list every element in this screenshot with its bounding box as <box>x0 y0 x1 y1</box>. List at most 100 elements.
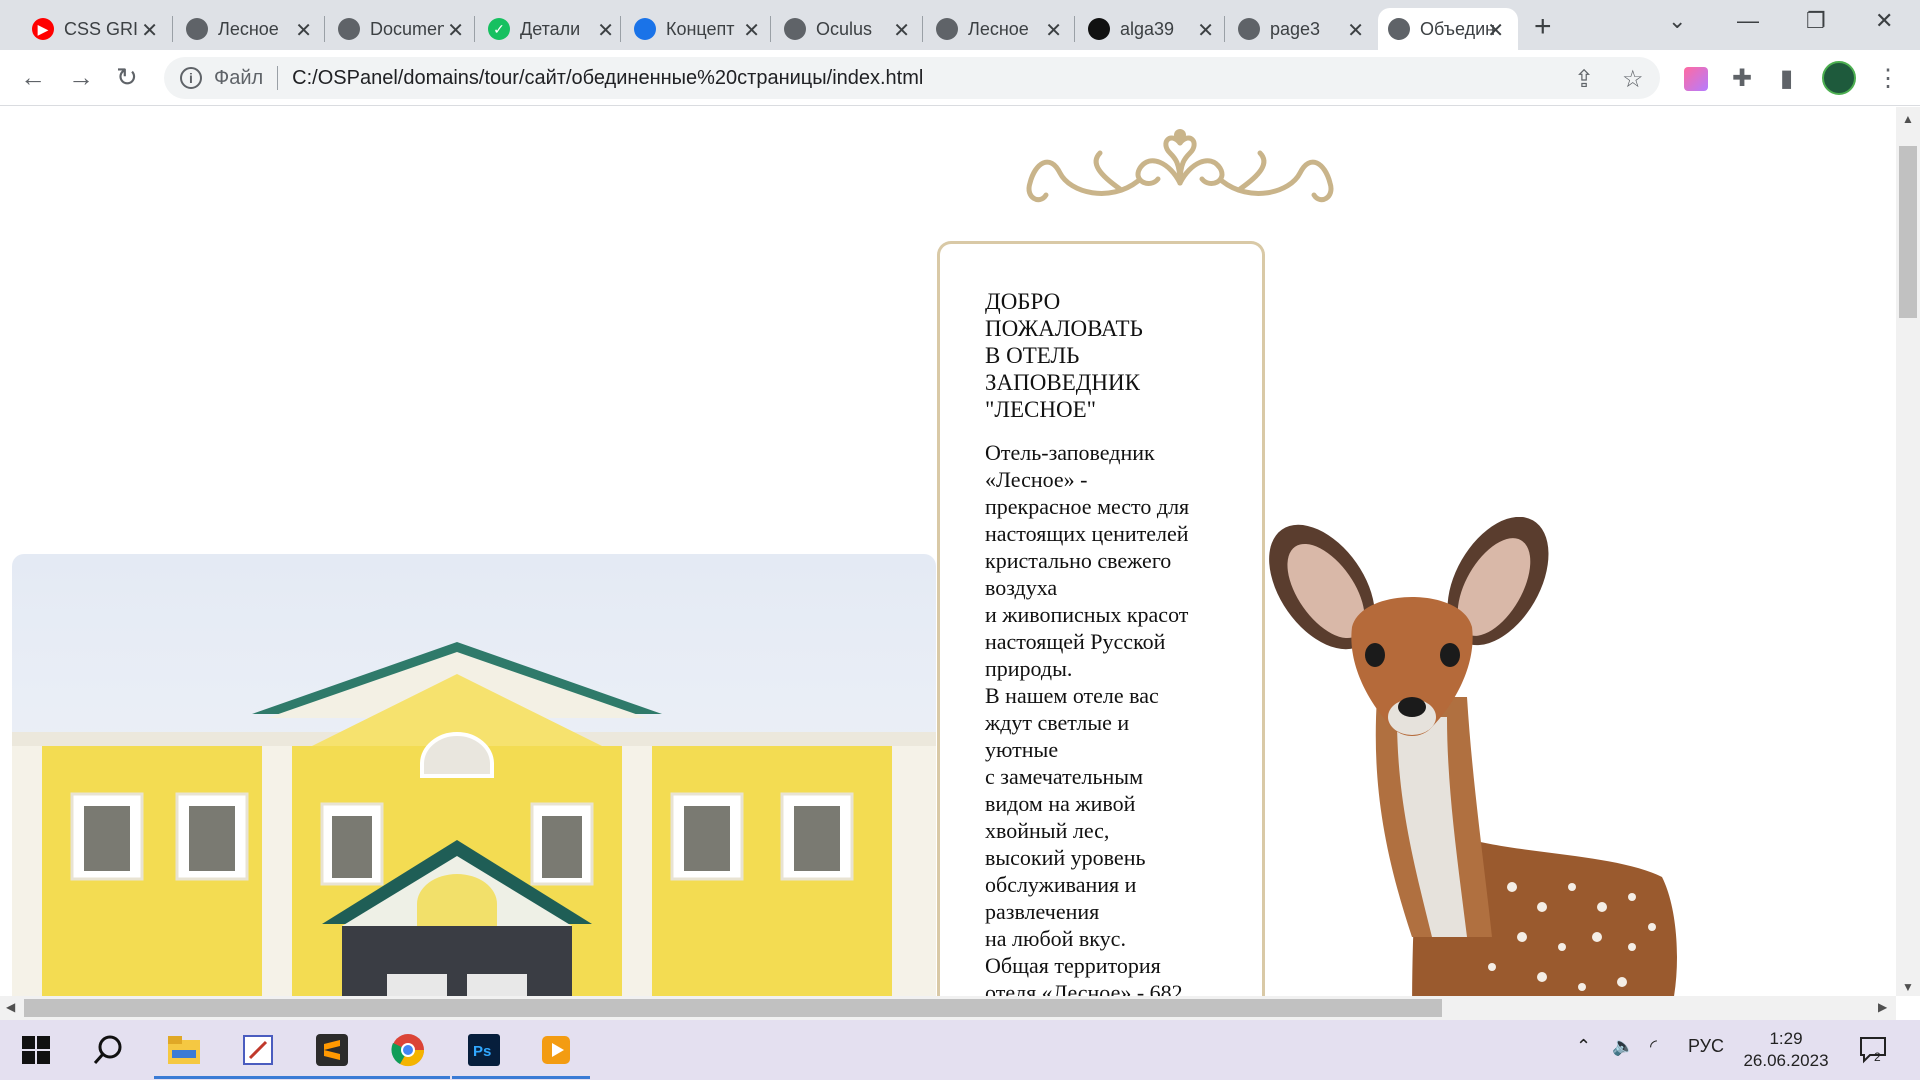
svg-text:Ps: Ps <box>473 1043 491 1060</box>
close-window-button[interactable]: ✕ <box>1875 8 1893 34</box>
tab-separator <box>620 16 621 42</box>
ornament-flourish <box>1026 129 1334 203</box>
omnibox-divider <box>277 66 279 90</box>
tab-title: Объединенные <box>1420 18 1494 39</box>
tab-title: page3 <box>1270 18 1321 39</box>
tab-8[interactable]: page3 ✕ <box>1228 8 1378 50</box>
globe-icon <box>1388 18 1410 40</box>
tab-close-icon[interactable]: ✕ <box>1487 18 1504 43</box>
editor-icon[interactable] <box>238 1030 278 1070</box>
extensions-puzzle-icon[interactable]: ✚ <box>1732 64 1752 93</box>
profile-avatar[interactable] <box>1822 61 1856 95</box>
photoshop-icon[interactable]: Ps <box>464 1030 504 1070</box>
scroll-up-arrow-icon[interactable]: ▲ <box>1902 112 1914 126</box>
scroll-down-arrow-icon[interactable]: ▼ <box>1902 980 1914 994</box>
tab-0[interactable]: ▶ CSS GRID✕ <box>22 8 172 50</box>
media-player-icon[interactable] <box>536 1030 576 1070</box>
restore-button[interactable]: ❐ <box>1806 8 1826 34</box>
tab-close-icon[interactable]: ✕ <box>141 18 158 43</box>
browser-toolbar: ← → ↻ i Файл C:/OSPanel/domains/tour/сай… <box>0 50 1920 106</box>
search-icon[interactable] <box>88 1030 128 1070</box>
minimize-button[interactable]: — <box>1737 8 1759 34</box>
tab-title: Концепт <box>666 18 735 39</box>
tab-title: Детали <box>520 18 581 39</box>
tab-1[interactable]: Лесное ✕ <box>176 8 326 50</box>
globe-icon <box>936 18 958 40</box>
explorer-active-indicator <box>154 1076 228 1079</box>
clock-time: 1:29 <box>1769 1029 1803 1048</box>
deer-image <box>1269 517 1677 996</box>
tab-title: Oculus <box>816 18 873 39</box>
tab-9[interactable]: Объединенные✕ <box>1378 8 1518 50</box>
media-active-indicator <box>526 1076 590 1079</box>
tab-separator <box>1224 16 1225 42</box>
vertical-scroll-thumb[interactable] <box>1899 146 1917 318</box>
tab-close-icon[interactable]: ✕ <box>447 18 464 43</box>
checkmark-app-icon: ✓ <box>488 18 510 40</box>
scroll-right-arrow-icon[interactable]: ▶ <box>1878 1000 1887 1014</box>
address-bar[interactable]: i Файл C:/OSPanel/domains/tour/сайт/обед… <box>164 57 1660 99</box>
globe-icon <box>338 18 360 40</box>
language-indicator[interactable]: РУС <box>1688 1036 1724 1057</box>
tab-close-icon[interactable]: ✕ <box>1045 18 1062 43</box>
scroll-left-arrow-icon[interactable]: ◀ <box>6 1000 15 1014</box>
tab-close-icon[interactable]: ✕ <box>1197 18 1214 43</box>
notification-center-icon[interactable]: 2 <box>1858 1034 1888 1064</box>
chrome-active-indicator <box>376 1076 450 1079</box>
tab-search-icon[interactable]: ⌄ <box>1668 8 1686 34</box>
welcome-card: ДОБРО ПОЖАЛОВАТЬ В ОТЕЛЬ ЗАПОВЕДНИК "ЛЕС… <box>937 241 1265 996</box>
new-tab-button[interactable]: + <box>1534 10 1552 44</box>
photoshop-active-indicator <box>452 1076 526 1079</box>
share-icon[interactable]: ⇪ <box>1574 65 1594 94</box>
scheme-label: Файл <box>214 66 264 89</box>
tab-separator <box>770 16 771 42</box>
tab-separator <box>922 16 923 42</box>
tab-title: alga39 <box>1120 18 1175 39</box>
tab-close-icon[interactable]: ✕ <box>597 18 614 43</box>
sublime-active-indicator <box>302 1076 376 1079</box>
tab-close-icon[interactable]: ✕ <box>295 18 312 43</box>
tab-6[interactable]: Лесное ✕ <box>926 8 1076 50</box>
side-panel-icon[interactable]: ▮ <box>1780 64 1793 93</box>
tab-7[interactable]: alga39 ✕ <box>1078 8 1228 50</box>
back-icon[interactable]: ← <box>20 62 46 93</box>
reload-icon[interactable]: ↻ <box>116 62 138 93</box>
volume-icon[interactable]: 🔈 <box>1612 1036 1634 1057</box>
tab-title: Document <box>370 18 444 39</box>
extension-icon[interactable] <box>1684 67 1708 91</box>
forward-icon[interactable]: → <box>68 62 94 93</box>
tab-title: Лесное <box>218 18 279 39</box>
tray-chevron-icon[interactable]: ⌃ <box>1576 1036 1591 1057</box>
site-info-icon[interactable]: i <box>180 67 202 89</box>
wifi-icon[interactable]: ◜ <box>1650 1036 1657 1057</box>
horizontal-scroll-thumb[interactable] <box>24 999 1442 1017</box>
clock-date: 26.06.2023 <box>1743 1051 1829 1070</box>
globe-icon <box>784 18 806 40</box>
clock[interactable]: 1:29 26.06.2023 <box>1736 1028 1836 1072</box>
tab-strip: ▶CSS GRID✕Лесное✕Document✕✓Детали✕Концеп… <box>0 0 1920 50</box>
sublime-text-icon[interactable] <box>312 1030 352 1070</box>
menu-kebab-icon[interactable]: ⋮ <box>1876 64 1900 93</box>
bookmark-star-icon[interactable]: ☆ <box>1622 65 1644 94</box>
welcome-text: Отель-заповедник «Лесное» - прекрасное м… <box>985 440 1190 996</box>
globe-icon <box>186 18 208 40</box>
tab-separator <box>474 16 475 42</box>
tab-4[interactable]: Концепт ✕ <box>624 8 774 50</box>
tab-2[interactable]: Document ✕ <box>328 8 478 50</box>
tab-close-icon[interactable]: ✕ <box>1347 18 1364 43</box>
windows-taskbar: Ps ⌃ 🔈 ◜ РУС 1:29 26.06.2023 2 <box>0 1020 1920 1080</box>
file-explorer-icon[interactable] <box>164 1030 204 1070</box>
tab-title: Лесное <box>968 18 1029 39</box>
tab-close-icon[interactable]: ✕ <box>743 18 760 43</box>
windows-start-icon[interactable] <box>16 1030 56 1070</box>
url-text[interactable]: C:/OSPanel/domains/tour/сайт/обединенные… <box>292 67 923 90</box>
chrome-icon[interactable] <box>388 1030 428 1070</box>
tab-close-icon[interactable]: ✕ <box>893 18 910 43</box>
tab-5[interactable]: Oculus ✕ <box>774 8 924 50</box>
swoosh-icon <box>634 18 656 40</box>
notification-count: 2 <box>1874 1050 1881 1064</box>
welcome-title: ДОБРО ПОЖАЛОВАТЬ В ОТЕЛЬ ЗАПОВЕДНИК "ЛЕС… <box>985 289 1143 422</box>
page-viewport: ДОБРО ПОЖАЛОВАТЬ В ОТЕЛЬ ЗАПОВЕДНИК "ЛЕС… <box>0 107 1896 996</box>
tab-3[interactable]: ✓ Детали ✕ <box>478 8 628 50</box>
tab-separator <box>1074 16 1075 42</box>
